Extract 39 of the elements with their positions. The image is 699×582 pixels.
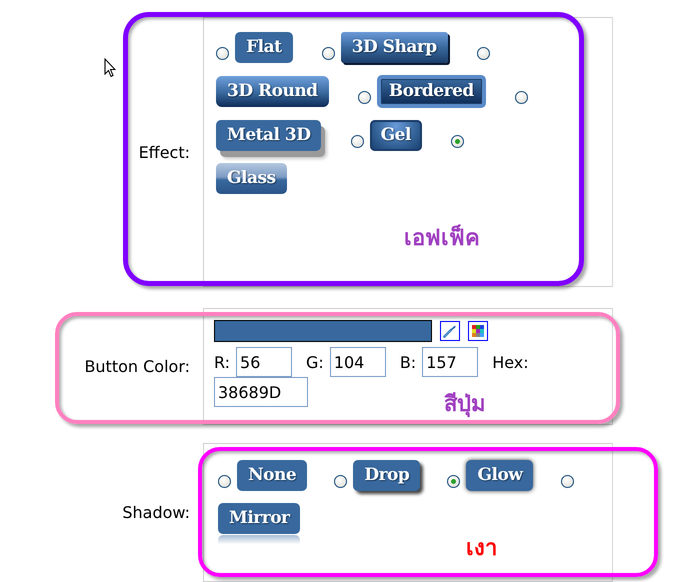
radio-button[interactable]: [334, 475, 348, 488]
style-sample[interactable]: 3D Round: [216, 76, 329, 107]
annotation-text: เอฟเฟ็ค: [404, 223, 480, 253]
radio-button[interactable]: [560, 475, 574, 488]
input-field[interactable]: 38689D: [214, 377, 308, 407]
field-label: Effect:: [138, 142, 190, 162]
input-field[interactable]: 56: [236, 347, 292, 377]
input-field[interactable]: 157: [422, 347, 478, 377]
style-sample[interactable]: Bordered: [376, 75, 486, 108]
eyedropper-icon[interactable]: [440, 321, 460, 341]
style-sample[interactable]: Metal 3D: [216, 120, 322, 151]
color-palette-icon[interactable]: [468, 321, 488, 341]
radio-button[interactable]: [322, 47, 335, 60]
radio-button[interactable]: [350, 135, 364, 148]
field-label: R:: [214, 352, 230, 372]
radio-button[interactable]: [451, 135, 464, 148]
annotation-text: สีปุ่ม: [444, 391, 486, 420]
style-sample[interactable]: Glass: [216, 163, 287, 194]
radio-button[interactable]: [476, 47, 490, 60]
style-sample[interactable]: Drop: [353, 460, 420, 491]
style-sample[interactable]: 3D Sharp: [340, 32, 448, 63]
mouse-pointer-icon: [104, 58, 116, 78]
style-sample[interactable]: None: [237, 460, 308, 491]
field-label: Button Color:: [84, 357, 190, 376]
field-label: B:: [400, 352, 416, 372]
style-sample[interactable]: Glow: [466, 460, 534, 491]
radio-button[interactable]: [358, 91, 371, 104]
style-sample[interactable]: Mirror: [218, 503, 300, 534]
field-label: G:: [306, 352, 324, 372]
radio-button[interactable]: [514, 91, 528, 104]
input-field[interactable]: 104: [330, 347, 386, 377]
field-label: Hex:: [492, 352, 529, 372]
annotation-text: เงา: [466, 535, 497, 563]
radio-button[interactable]: [216, 47, 229, 60]
radio-button[interactable]: [218, 475, 231, 488]
style-sample[interactable]: Flat: [235, 32, 292, 63]
radio-button[interactable]: [447, 475, 460, 488]
field-label: Shadow:: [122, 503, 190, 522]
style-sample[interactable]: Gel: [370, 120, 422, 151]
